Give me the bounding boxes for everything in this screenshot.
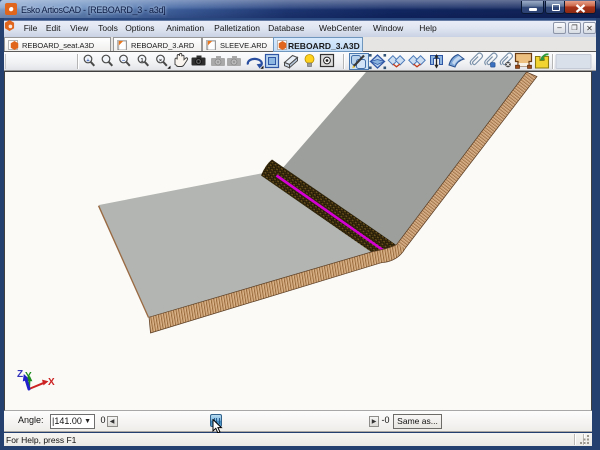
- svg-text:+: +: [86, 58, 89, 64]
- svg-text:–: –: [122, 58, 125, 64]
- svg-text:×: ×: [159, 58, 162, 64]
- svg-text:Y: Y: [25, 371, 32, 382]
- svg-text:1: 1: [140, 58, 143, 64]
- svg-text:X: X: [48, 377, 55, 388]
- svg-text:Z: Z: [17, 369, 23, 380]
